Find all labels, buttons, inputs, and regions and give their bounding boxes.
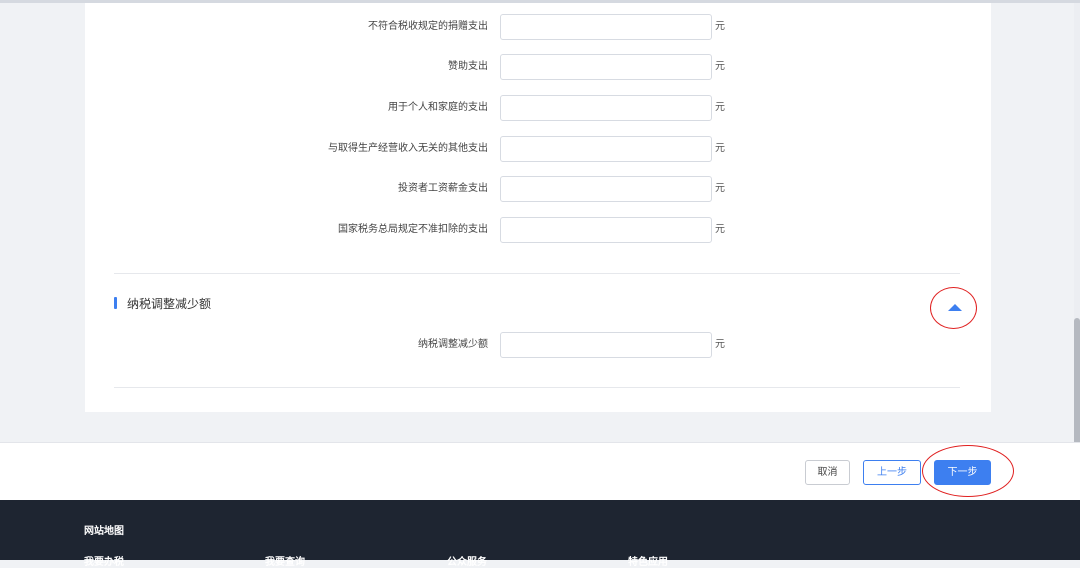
tax-adjustment-decrease-input[interactable]: [500, 332, 712, 358]
sponsorship-input[interactable]: [500, 54, 712, 80]
previous-step-button[interactable]: 上一步: [863, 460, 921, 485]
field-label: 与取得生产经营收入无关的其他支出: [328, 143, 488, 154]
section-title: 纳税调整减少额: [127, 297, 212, 311]
unrelated-expenses-input[interactable]: [500, 136, 712, 162]
caret-up-icon: [948, 304, 962, 311]
form-row-tax-adjustment-decrease: 纳税调整减少额 元: [85, 332, 991, 358]
section-divider: [114, 273, 960, 274]
site-footer: 网站地图 我要办税 我要查询 公众服务 特色应用: [0, 500, 1080, 568]
personal-family-expense-input[interactable]: [500, 95, 712, 121]
next-step-button[interactable]: 下一步: [934, 460, 991, 485]
unit-label: 元: [715, 61, 725, 72]
field-label: 纳税调整减少额: [418, 339, 488, 350]
section-header: 纳税调整减少额: [114, 294, 960, 314]
footer-link-tax-handling[interactable]: 我要办税: [84, 553, 124, 568]
unit-label: 元: [715, 143, 725, 154]
field-label: 不符合税收规定的捐赠支出: [368, 21, 488, 32]
form-row-sponsorship: 赞助支出 元: [85, 54, 991, 80]
unit-label: 元: [715, 183, 725, 194]
section-accent-bar: [114, 297, 117, 309]
nondeductible-donations-input[interactable]: [500, 14, 712, 40]
form-row-personal-family: 用于个人和家庭的支出 元: [85, 95, 991, 121]
unit-label: 元: [715, 339, 725, 350]
form-row-unrelated-expenses: 与取得生产经营收入无关的其他支出 元: [85, 136, 991, 162]
sat-nondeductible-input[interactable]: [500, 217, 712, 243]
section-divider: [114, 387, 960, 388]
form-card: 不符合税收规定的捐赠支出 元 赞助支出 元 用于个人和家庭的支出 元 与取得生产…: [85, 3, 991, 412]
cancel-button[interactable]: 取消: [805, 460, 850, 485]
field-label: 投资者工资薪金支出: [398, 183, 488, 194]
unit-label: 元: [715, 21, 725, 32]
unit-label: 元: [715, 224, 725, 235]
footer-link-public-service[interactable]: 公众服务: [447, 553, 487, 568]
sitemap-title: 网站地图: [84, 526, 124, 537]
investor-salary-input[interactable]: [500, 176, 712, 202]
field-label: 用于个人和家庭的支出: [388, 102, 488, 113]
collapse-section-button[interactable]: [935, 297, 975, 321]
footer-link-query[interactable]: 我要查询: [265, 553, 305, 568]
field-label: 国家税务总局规定不准扣除的支出: [338, 224, 488, 235]
field-label: 赞助支出: [448, 61, 488, 72]
unit-label: 元: [715, 102, 725, 113]
footer-link-featured-apps[interactable]: 特色应用: [628, 553, 668, 568]
form-row-nondeductible-donations: 不符合税收规定的捐赠支出 元: [85, 14, 991, 40]
form-row-sat-nondeductible: 国家税务总局规定不准扣除的支出 元: [85, 217, 991, 243]
form-row-investor-salary: 投资者工资薪金支出 元: [85, 176, 991, 202]
action-bar: 取消 上一步 下一步: [0, 442, 1080, 500]
